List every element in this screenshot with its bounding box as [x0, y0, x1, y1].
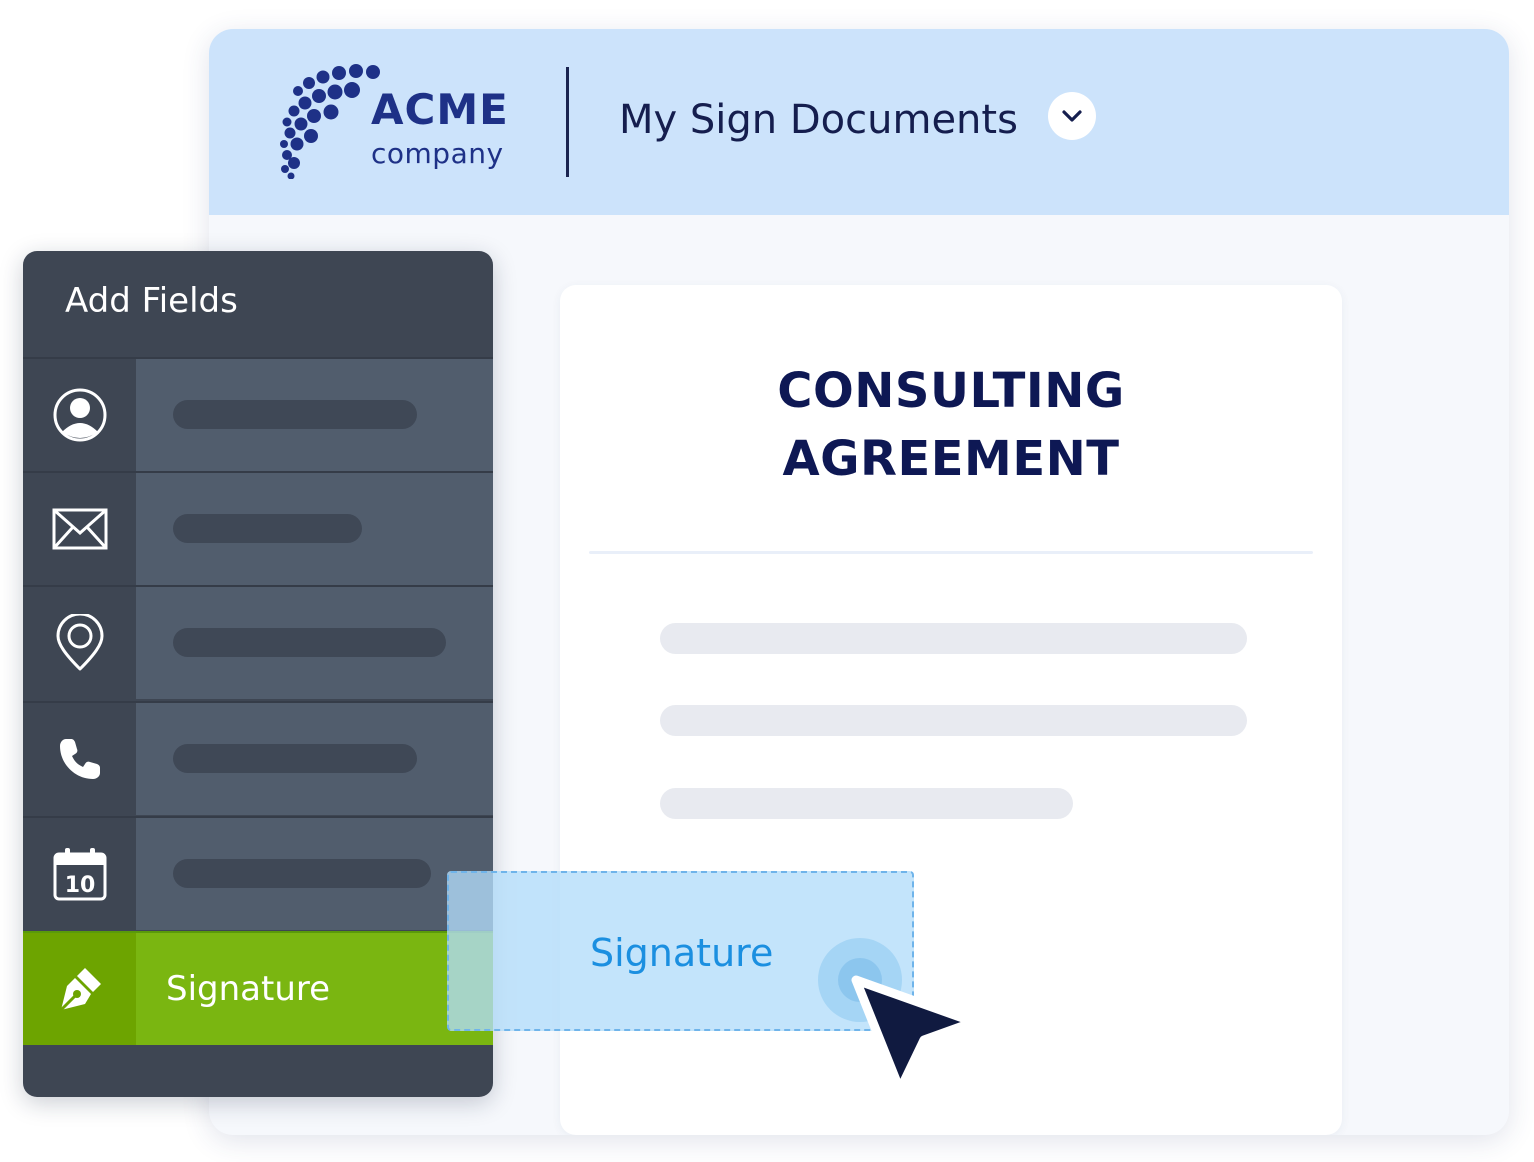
panel-title: Add Fields: [65, 281, 238, 321]
document-text-placeholder: [660, 788, 1073, 819]
document-title-line-2: AGREEMENT: [782, 431, 1120, 487]
chevron-down-icon: [1062, 110, 1082, 122]
field-label-cell: [136, 587, 493, 699]
document-title-line-1: CONSULTING: [777, 363, 1125, 419]
field-item-date[interactable]: 10: [23, 816, 493, 930]
field-label-cell: [136, 359, 493, 471]
calendar-icon-day: 10: [64, 873, 95, 898]
pen-nib-icon: [59, 968, 101, 1012]
brand-logo[interactable]: ACME company: [279, 63, 519, 179]
signature-field-label: Signature: [166, 969, 331, 1009]
phone-icon: [59, 739, 100, 779]
documents-menu-title[interactable]: My Sign Documents: [619, 97, 1018, 143]
calendar-icon: 10: [53, 848, 106, 901]
field-item-address[interactable]: [23, 585, 493, 699]
field-label-cell: Signature: [136, 933, 493, 1045]
field-item-signature[interactable]: Signature: [23, 931, 493, 1045]
mouse-cursor-icon: [851, 975, 979, 1095]
field-label-placeholder: [173, 400, 417, 429]
document-title: CONSULTING AGREEMENT: [560, 357, 1342, 493]
dragged-field-label: Signature: [590, 931, 774, 975]
field-icon-cell: [23, 473, 136, 585]
field-label-cell: [136, 703, 493, 815]
stage: ACME company My Sign Documents CONSULTIN…: [0, 0, 1534, 1162]
add-fields-panel: Add Fields 10 Signature: [23, 251, 493, 1097]
field-icon-cell: [23, 933, 136, 1045]
field-label-placeholder: [173, 744, 417, 773]
brand-name: ACME: [371, 85, 509, 134]
field-label-placeholder: [173, 514, 362, 543]
envelope-icon: [52, 508, 107, 550]
field-label-placeholder: [173, 628, 446, 657]
documents-dropdown-button[interactable]: [1048, 92, 1096, 140]
header-divider: [566, 67, 569, 177]
field-item-email[interactable]: [23, 471, 493, 585]
field-icon-cell: [23, 587, 136, 699]
user-icon: [53, 388, 106, 442]
document-text-placeholder: [660, 623, 1247, 654]
field-item-phone[interactable]: [23, 701, 493, 815]
field-icon-cell: [23, 359, 136, 471]
field-label-cell: [136, 818, 493, 930]
field-label-cell: [136, 473, 493, 585]
brand-subtitle: company: [371, 137, 504, 170]
field-item-name[interactable]: [23, 357, 493, 471]
field-label-placeholder: [173, 859, 431, 888]
document-divider: [589, 551, 1313, 554]
header: ACME company My Sign Documents: [209, 29, 1509, 215]
document-text-placeholder: [660, 705, 1247, 736]
field-icon-cell: [23, 703, 136, 815]
location-pin-icon: [56, 614, 103, 671]
field-icon-cell: 10: [23, 818, 136, 930]
